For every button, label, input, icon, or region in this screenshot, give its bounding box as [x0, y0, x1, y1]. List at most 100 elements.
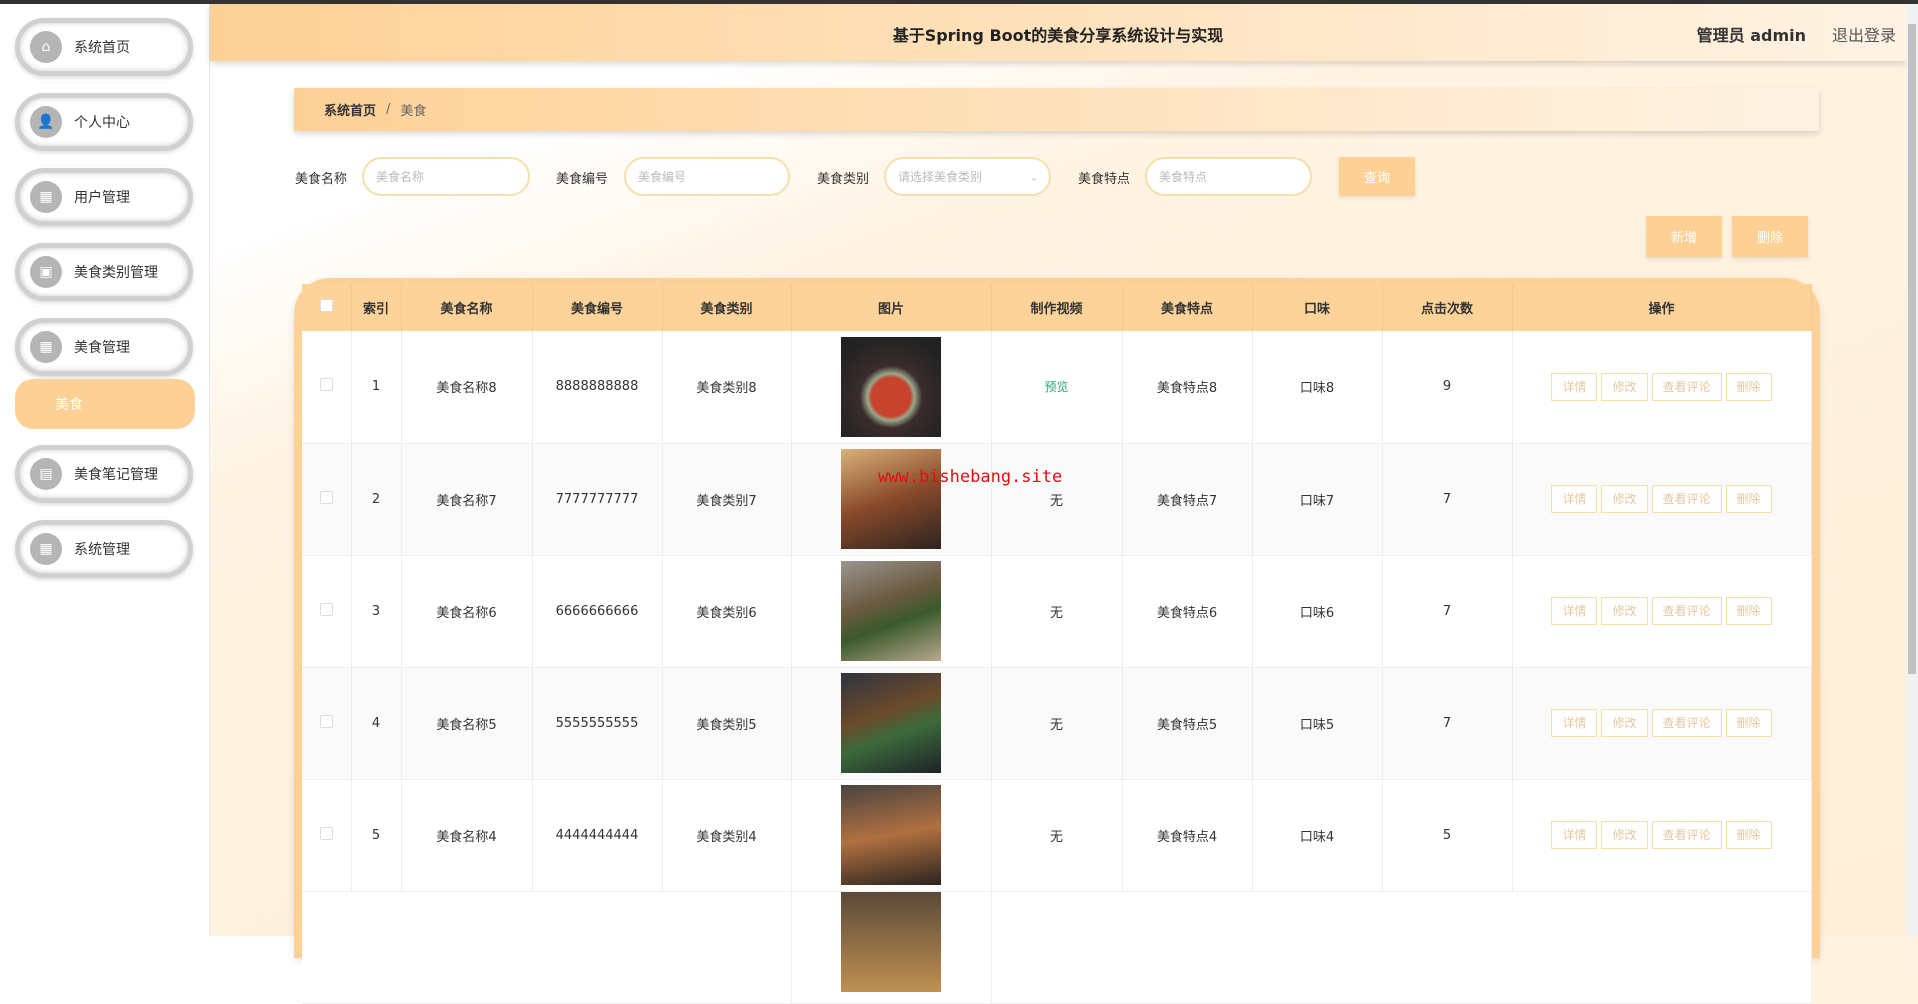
logout-link[interactable]: 退出登录 [1832, 22, 1896, 46]
edit-button[interactable]: 修改 [1601, 821, 1648, 849]
feature-cell: 美食特点6 [1122, 555, 1253, 668]
grid-icon: ▦ [30, 533, 62, 565]
delete-button[interactable]: 删除 [1732, 216, 1808, 257]
code-cell: 7777777777 [532, 443, 663, 556]
edit-button[interactable]: 修改 [1601, 485, 1648, 513]
grid-icon: ▦ [30, 331, 62, 363]
table-row: 4 美食名称5 5555555555 美食类别5 无 美食特点5 口味5 7 详… [302, 667, 1812, 780]
sidebar-item-0[interactable]: ⌂ 系统首页 [15, 18, 193, 76]
image-cell [791, 667, 992, 780]
index-cell: 2 [351, 443, 402, 556]
video-cell[interactable]: 预览 [991, 331, 1123, 444]
select-all-cell [302, 284, 352, 331]
row-checkbox[interactable] [319, 490, 333, 504]
name-label: 美食名称 [295, 172, 348, 187]
index-cell: 5 [351, 779, 402, 892]
food-image[interactable] [841, 785, 941, 885]
detail-button[interactable]: 详情 [1551, 709, 1598, 737]
category-label: 美食类别 [817, 172, 870, 187]
food-image[interactable] [841, 336, 941, 437]
detail-button[interactable]: 详情 [1551, 485, 1598, 513]
feature-input[interactable]: 美食特点 [1145, 157, 1312, 196]
feature-label: 美食特点 [1078, 172, 1131, 187]
code-input[interactable]: 美食编号 [624, 157, 790, 196]
taste-cell: 口味4 [1252, 779, 1383, 892]
sidebar-item-label: 美食类别管理 [74, 265, 158, 281]
table-row: 3 美食名称6 6666666666 美食类别6 无 美食特点6 口味6 7 详… [302, 555, 1812, 668]
category-cell: 美食类别8 [662, 331, 792, 444]
detail-button[interactable]: 详情 [1551, 372, 1598, 401]
name-cell: 美食名称7 [401, 443, 533, 556]
select-all-checkbox[interactable] [319, 299, 333, 312]
actions-cell: 详情 修改 查看评论 删除 [1512, 667, 1812, 780]
sidebar-subitem-food[interactable]: 美食 [15, 379, 195, 429]
food-image[interactable] [841, 891, 941, 992]
breadcrumb-separator: / [386, 102, 391, 117]
edit-button[interactable]: 修改 [1601, 597, 1648, 625]
view-comments-button[interactable]: 查看评论 [1651, 709, 1722, 737]
sidebar-item-3[interactable]: ▣ 美食类别管理 [15, 243, 193, 301]
row-checkbox[interactable] [319, 378, 333, 392]
scrollbar-thumb[interactable] [1908, 24, 1916, 674]
page-scrollbar[interactable] [1906, 4, 1918, 936]
table-row [302, 891, 1812, 1004]
clicks-cell: 7 [1382, 667, 1513, 780]
row-delete-button[interactable]: 删除 [1725, 597, 1772, 625]
column-header: 点击次数 [1382, 284, 1513, 331]
breadcrumb-home[interactable]: 系统首页 [324, 100, 376, 119]
column-header: 口味 [1252, 284, 1383, 331]
row-delete-button[interactable]: 删除 [1725, 485, 1772, 513]
row-delete-button[interactable]: 删除 [1725, 372, 1772, 401]
video-cell: 无 [991, 443, 1123, 556]
add-button[interactable]: 新增 [1646, 216, 1722, 257]
grid-icon: ▦ [30, 181, 62, 213]
category-select[interactable]: 请选择美食类别 ⌄ [884, 157, 1051, 196]
taste-cell: 口味8 [1252, 331, 1383, 444]
column-header: 美食名称 [401, 284, 533, 331]
column-header: 美食编号 [532, 284, 663, 331]
row-delete-button[interactable]: 删除 [1725, 821, 1772, 849]
row-checkbox[interactable] [319, 602, 333, 616]
row-select-cell [302, 555, 352, 668]
table-row: 5 美食名称4 4444444444 美食类别4 无 美食特点4 口味4 5 详… [302, 779, 1812, 892]
food-image[interactable] [841, 673, 941, 773]
feature-cell: 美食特点4 [1122, 779, 1253, 892]
sidebar-item-label: 个人中心 [74, 115, 130, 131]
view-comments-button[interactable]: 查看评论 [1651, 597, 1722, 625]
sidebar-item-4[interactable]: ▦ 美食管理 [15, 318, 193, 376]
edit-button[interactable]: 修改 [1601, 709, 1648, 737]
query-button[interactable]: 查询 [1339, 157, 1415, 196]
row-checkbox[interactable] [319, 714, 333, 728]
row-select-cell [302, 443, 352, 556]
view-comments-button[interactable]: 查看评论 [1651, 485, 1722, 513]
user-icon: 👤 [30, 106, 62, 138]
sidebar-item-5[interactable]: ▤ 美食笔记管理 [15, 445, 193, 503]
row-delete-button[interactable]: 删除 [1725, 709, 1772, 737]
column-header: 制作视频 [991, 284, 1123, 331]
detail-button[interactable]: 详情 [1551, 821, 1598, 849]
sidebar-item-label: 用户管理 [74, 190, 130, 206]
sidebar-item-2[interactable]: ▦ 用户管理 [15, 168, 193, 226]
chevron-down-icon: ⌄ [1028, 169, 1039, 184]
clicks-cell: 9 [1382, 331, 1513, 444]
view-comments-button[interactable]: 查看评论 [1651, 372, 1722, 401]
view-comments-button[interactable]: 查看评论 [1651, 821, 1722, 849]
video-cell: 无 [991, 667, 1123, 780]
sidebar-item-1[interactable]: 👤 个人中心 [15, 93, 193, 151]
food-image[interactable] [841, 449, 941, 549]
sidebar-item-6[interactable]: ▦ 系统管理 [15, 520, 193, 578]
breadcrumb: 系统首页 / 美食 [294, 88, 1819, 131]
category-cell: 美食类别5 [662, 667, 792, 780]
clicks-cell: 7 [1382, 443, 1513, 556]
row-select-cell [302, 667, 352, 780]
actions-cell: 详情 修改 查看评论 删除 [1512, 555, 1812, 668]
row-checkbox[interactable] [319, 826, 333, 840]
detail-button[interactable]: 详情 [1551, 597, 1598, 625]
image-cell [791, 443, 992, 556]
name-cell: 美食名称8 [401, 331, 533, 444]
edit-button[interactable]: 修改 [1601, 372, 1648, 401]
food-image[interactable] [841, 561, 941, 661]
column-header: 索引 [351, 284, 402, 331]
name-input[interactable]: 美食名称 [362, 157, 530, 196]
column-header: 美食特点 [1122, 284, 1253, 331]
